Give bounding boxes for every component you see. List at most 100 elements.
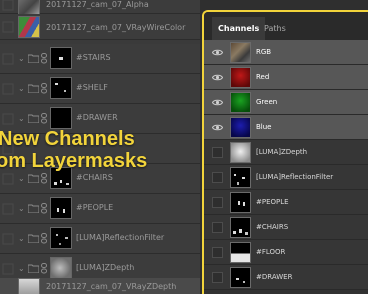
folder-icon bbox=[28, 234, 39, 243]
channel-row-rgb[interactable]: RGB bbox=[204, 40, 368, 65]
eye-hidden-icon[interactable] bbox=[2, 53, 14, 65]
channel-name: Green bbox=[256, 98, 278, 106]
chain-link-icon[interactable] bbox=[40, 83, 48, 94]
layer-row[interactable]: ⌄ #SHELF bbox=[0, 74, 200, 104]
channel-row-red[interactable]: Red bbox=[204, 65, 368, 90]
channel-name: [LUMA]ReflectionFilter bbox=[256, 173, 334, 181]
layer-mask-thumbnail[interactable] bbox=[50, 197, 72, 219]
channel-thumbnail bbox=[230, 242, 251, 263]
layer-thumbnail bbox=[18, 16, 40, 38]
visibility-toggle[interactable] bbox=[212, 272, 223, 283]
layer-name: 20171127_cam_07_VRayZDepth bbox=[46, 282, 177, 291]
channel-name: RGB bbox=[256, 48, 272, 56]
layer-name: [LUMA]ZDepth bbox=[76, 263, 135, 272]
chevron-down-icon[interactable]: ⌄ bbox=[18, 205, 26, 213]
chevron-down-icon[interactable]: ⌄ bbox=[18, 175, 26, 183]
chain-link-icon[interactable] bbox=[40, 263, 48, 274]
layer-row[interactable]: ⌄ #STAIRS bbox=[0, 44, 200, 74]
visibility-toggle[interactable] bbox=[212, 222, 223, 233]
folder-icon bbox=[28, 204, 39, 213]
layer-name: 20171127_cam_07_VRayWireColor bbox=[46, 23, 186, 32]
channel-thumbnail bbox=[230, 67, 251, 88]
eye-hidden-icon[interactable] bbox=[2, 21, 14, 33]
headline-line-2: om Layermasks bbox=[0, 150, 148, 172]
layer-name: [LUMA]ReflectionFilter bbox=[76, 233, 165, 242]
channel-thumbnail bbox=[230, 92, 251, 113]
channel-name: #CHAIRS bbox=[256, 223, 289, 231]
eye-icon[interactable] bbox=[212, 97, 223, 108]
channel-name: Red bbox=[256, 73, 270, 81]
channel-row-blue[interactable]: Blue bbox=[204, 115, 368, 140]
visibility-toggle[interactable] bbox=[212, 247, 223, 258]
channel-row[interactable]: #CHAIRS bbox=[204, 215, 368, 240]
folder-icon bbox=[28, 264, 39, 273]
headline-line-1: New Channels bbox=[0, 128, 135, 150]
layer-name: 20171127_cam_07_Alpha bbox=[46, 0, 149, 9]
channel-name: #PEOPLE bbox=[256, 198, 289, 206]
channel-name: [LUMA]ZDepth bbox=[256, 148, 308, 156]
eye-hidden-icon[interactable] bbox=[2, 0, 14, 11]
layer-mask-thumbnail[interactable] bbox=[50, 47, 72, 69]
channel-thumbnail bbox=[230, 167, 251, 188]
layer-mask-thumbnail[interactable] bbox=[50, 257, 72, 279]
layers-panel: 20171127_cam_07_Alpha 20171127_cam_07_VR… bbox=[0, 0, 200, 294]
layer-name: #DRAWER bbox=[76, 113, 118, 122]
chevron-down-icon[interactable]: ⌄ bbox=[18, 265, 26, 273]
folder-icon bbox=[28, 54, 39, 63]
channel-row[interactable]: #PEOPLE bbox=[204, 190, 368, 215]
eye-hidden-icon[interactable] bbox=[2, 173, 14, 185]
channel-name: #DRAWER bbox=[256, 273, 293, 281]
layer-row[interactable]: ⌄ #PEOPLE bbox=[0, 194, 200, 224]
tab-paths[interactable]: Paths bbox=[258, 17, 292, 40]
folder-icon bbox=[28, 114, 39, 123]
layer-thumbnail bbox=[18, 0, 40, 15]
channel-row[interactable]: #FLOOR bbox=[204, 240, 368, 265]
layer-name: #SHELF bbox=[76, 83, 108, 92]
chain-link-icon[interactable] bbox=[40, 203, 48, 214]
visibility-toggle[interactable] bbox=[212, 197, 223, 208]
folder-icon bbox=[28, 174, 39, 183]
eye-hidden-icon[interactable] bbox=[2, 285, 14, 294]
visibility-toggle[interactable] bbox=[212, 172, 223, 183]
channel-thumbnail bbox=[230, 42, 251, 63]
chevron-down-icon[interactable]: ⌄ bbox=[18, 55, 26, 63]
chain-link-icon[interactable] bbox=[40, 113, 48, 124]
chevron-down-icon[interactable]: ⌄ bbox=[18, 235, 26, 243]
visibility-toggle[interactable] bbox=[212, 147, 223, 158]
channel-thumbnail bbox=[230, 117, 251, 138]
channel-row[interactable]: [LUMA]ReflectionFilter bbox=[204, 165, 368, 190]
channel-thumbnail bbox=[230, 217, 251, 238]
layer-mask-thumbnail[interactable] bbox=[50, 77, 72, 99]
eye-icon[interactable] bbox=[212, 122, 223, 133]
chain-link-icon[interactable] bbox=[40, 53, 48, 64]
layer-row[interactable]: 20171127_cam_07_Alpha bbox=[0, 0, 200, 15]
channel-thumbnail bbox=[230, 142, 251, 163]
eye-hidden-icon[interactable] bbox=[2, 233, 14, 245]
channel-thumbnail bbox=[230, 192, 251, 213]
layer-row[interactable]: ⌄ [LUMA]ReflectionFilter bbox=[0, 224, 200, 254]
folder-icon bbox=[28, 84, 39, 93]
eye-hidden-icon[interactable] bbox=[2, 263, 14, 275]
channel-row[interactable]: #DRAWER bbox=[204, 265, 368, 290]
channel-thumbnail bbox=[230, 267, 251, 288]
eye-hidden-icon[interactable] bbox=[2, 203, 14, 215]
chain-link-icon[interactable] bbox=[40, 173, 48, 184]
chain-link-icon[interactable] bbox=[40, 233, 48, 244]
panel-tab-bar: Channels Paths bbox=[204, 12, 368, 40]
layer-mask-thumbnail[interactable] bbox=[50, 227, 72, 249]
layer-row[interactable]: 20171127_cam_07_VRayWireColor bbox=[0, 14, 200, 40]
layer-name: #CHAIRS bbox=[76, 173, 113, 182]
eye-icon[interactable] bbox=[212, 47, 223, 58]
eye-icon[interactable] bbox=[212, 72, 223, 83]
chevron-down-icon[interactable]: ⌄ bbox=[18, 115, 26, 123]
layer-name: #PEOPLE bbox=[76, 203, 114, 212]
eye-hidden-icon[interactable] bbox=[2, 113, 14, 125]
channel-row-green[interactable]: Green bbox=[204, 90, 368, 115]
chevron-down-icon[interactable]: ⌄ bbox=[18, 85, 26, 93]
channel-row[interactable]: [LUMA]ZDepth bbox=[204, 140, 368, 165]
channels-panel: Channels Paths RGB Red Green Blue [LUMA]… bbox=[202, 10, 368, 294]
layer-thumbnail bbox=[18, 278, 40, 294]
layer-row[interactable]: 20171127_cam_07_VRayZDepth bbox=[0, 278, 200, 294]
eye-hidden-icon[interactable] bbox=[2, 83, 14, 95]
layer-mask-thumbnail[interactable] bbox=[50, 107, 72, 129]
